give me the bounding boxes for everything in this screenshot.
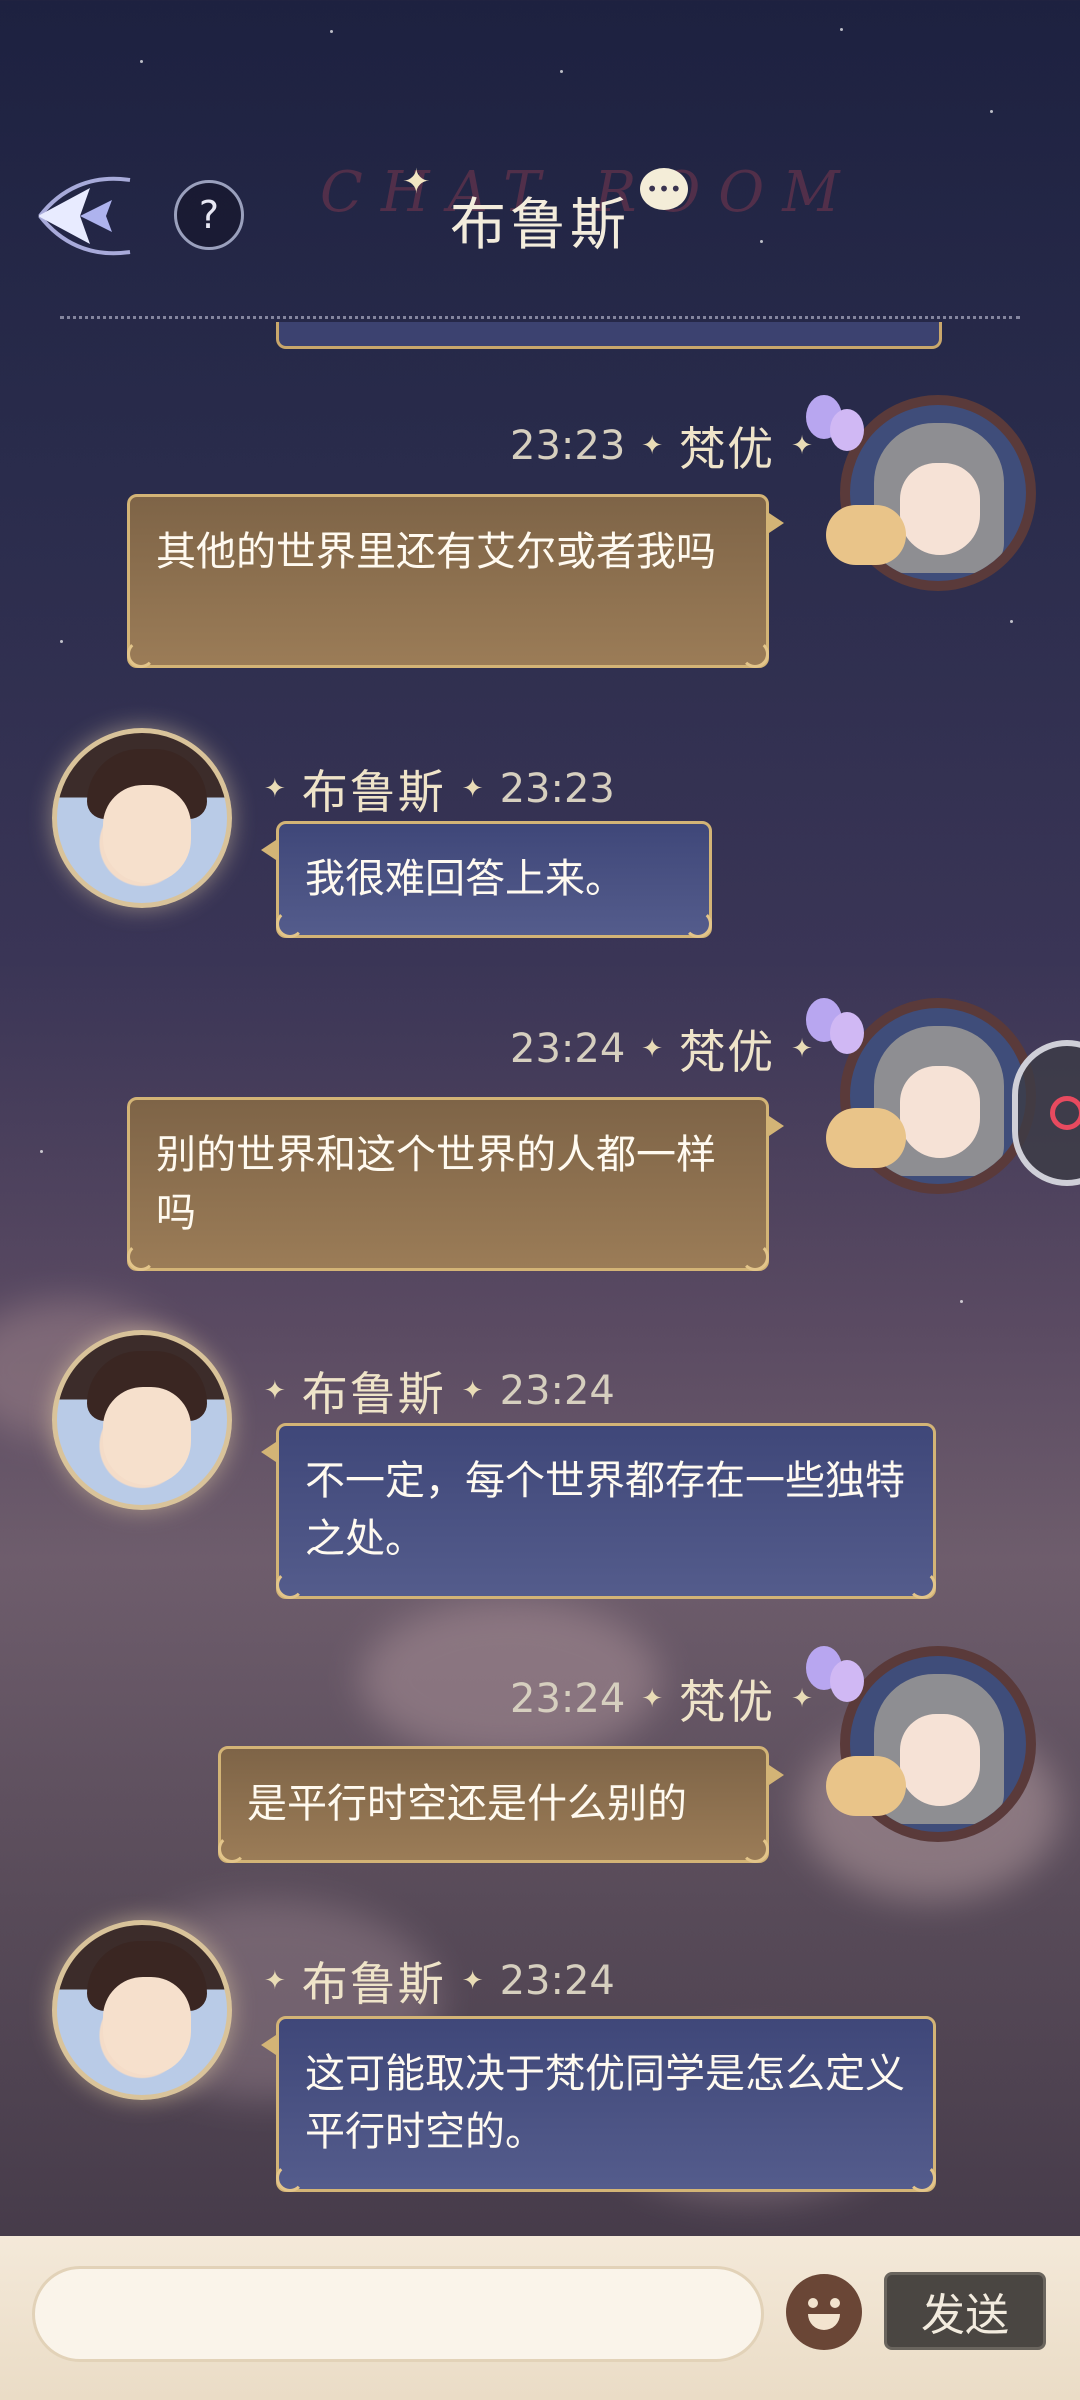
sparkle-icon: ✦ (461, 774, 484, 804)
sparkle-icon: ✦ (264, 1966, 286, 1996)
emoji-icon (786, 2274, 862, 2350)
message-time: 23:23 (499, 766, 615, 812)
message-time: 23:24 (510, 1676, 626, 1722)
message-bubble[interactable]: 其他的世界里还有艾尔或者我吗 (127, 494, 784, 668)
send-button[interactable]: 发送 (884, 2272, 1046, 2350)
sparkle-icon: ✦ (641, 1034, 664, 1064)
header: ? CHAT ROOM ✦ 布鲁斯 ••• (0, 0, 1080, 349)
page-title: 布鲁斯 (450, 193, 630, 258)
input-bar: 发送 (0, 2236, 1080, 2400)
contact-avatar[interactable] (52, 728, 232, 908)
sparkle-icon: ✦ (791, 431, 813, 461)
recorder-icon (1050, 1096, 1080, 1130)
contact-avatar[interactable] (52, 1330, 232, 1510)
sender-name: 布鲁斯 (301, 765, 446, 819)
user-avatar[interactable] (806, 385, 1036, 595)
emoji-button[interactable] (786, 2274, 862, 2350)
message-bubble[interactable]: 别的世界和这个世界的人都一样吗 (127, 1097, 784, 1271)
contact-avatar[interactable] (52, 1920, 232, 2100)
message-time: 23:24 (510, 1026, 626, 1072)
sparkle-icon: ✦ (461, 1966, 484, 1996)
message-text: 这可能取决于梵优同学是怎么定义平行时空的。 (305, 2051, 905, 2155)
message-text: 不一定，每个世界都存在一些独特之处。 (305, 1458, 905, 1562)
message-time: 23:24 (499, 1368, 615, 1414)
sender-name: 梵优 (679, 1025, 776, 1079)
sparkle-icon: ✦ (264, 774, 286, 804)
sparkle-icon: ✦ (641, 431, 664, 461)
message-text: 是平行时空还是什么别的 (247, 1781, 687, 1827)
divider (60, 316, 1020, 319)
message-time: 23:23 (510, 423, 626, 469)
sender-name: 布鲁斯 (301, 1957, 446, 2011)
message-bubble[interactable]: 这可能取决于梵优同学是怎么定义平行时空的。 (261, 2016, 936, 2192)
previous-message-bubble (276, 322, 942, 349)
message-text: 我很难回答上来。 (305, 856, 625, 902)
sparkle-icon: ✦ (264, 1376, 286, 1406)
user-avatar[interactable] (806, 988, 1036, 1198)
sparkle-icon: ✦ (461, 1376, 484, 1406)
sender-name: 布鲁斯 (301, 1367, 446, 1421)
message-bubble[interactable]: 是平行时空还是什么别的 (218, 1746, 784, 1863)
chat-bubble-icon: ••• (640, 168, 688, 210)
sparkle-icon: ✦ (641, 1684, 664, 1714)
floating-recorder-button[interactable] (1012, 1040, 1080, 1186)
message-time: 23:24 (499, 1958, 615, 2004)
message-text: 其他的世界里还有艾尔或者我吗 (156, 529, 716, 575)
message-bubble[interactable]: 我很难回答上来。 (261, 821, 712, 938)
message-text: 别的世界和这个世界的人都一样吗 (156, 1132, 716, 1236)
sender-name: 梵优 (679, 1675, 776, 1729)
sparkle-icon: ✦ (791, 1034, 813, 1064)
message-input[interactable] (32, 2266, 764, 2362)
sender-name: 梵优 (679, 422, 776, 476)
sparkle-icon: ✦ (791, 1684, 813, 1714)
message-bubble[interactable]: 不一定，每个世界都存在一些独特之处。 (261, 1423, 936, 1599)
user-avatar[interactable] (806, 1636, 1036, 1846)
